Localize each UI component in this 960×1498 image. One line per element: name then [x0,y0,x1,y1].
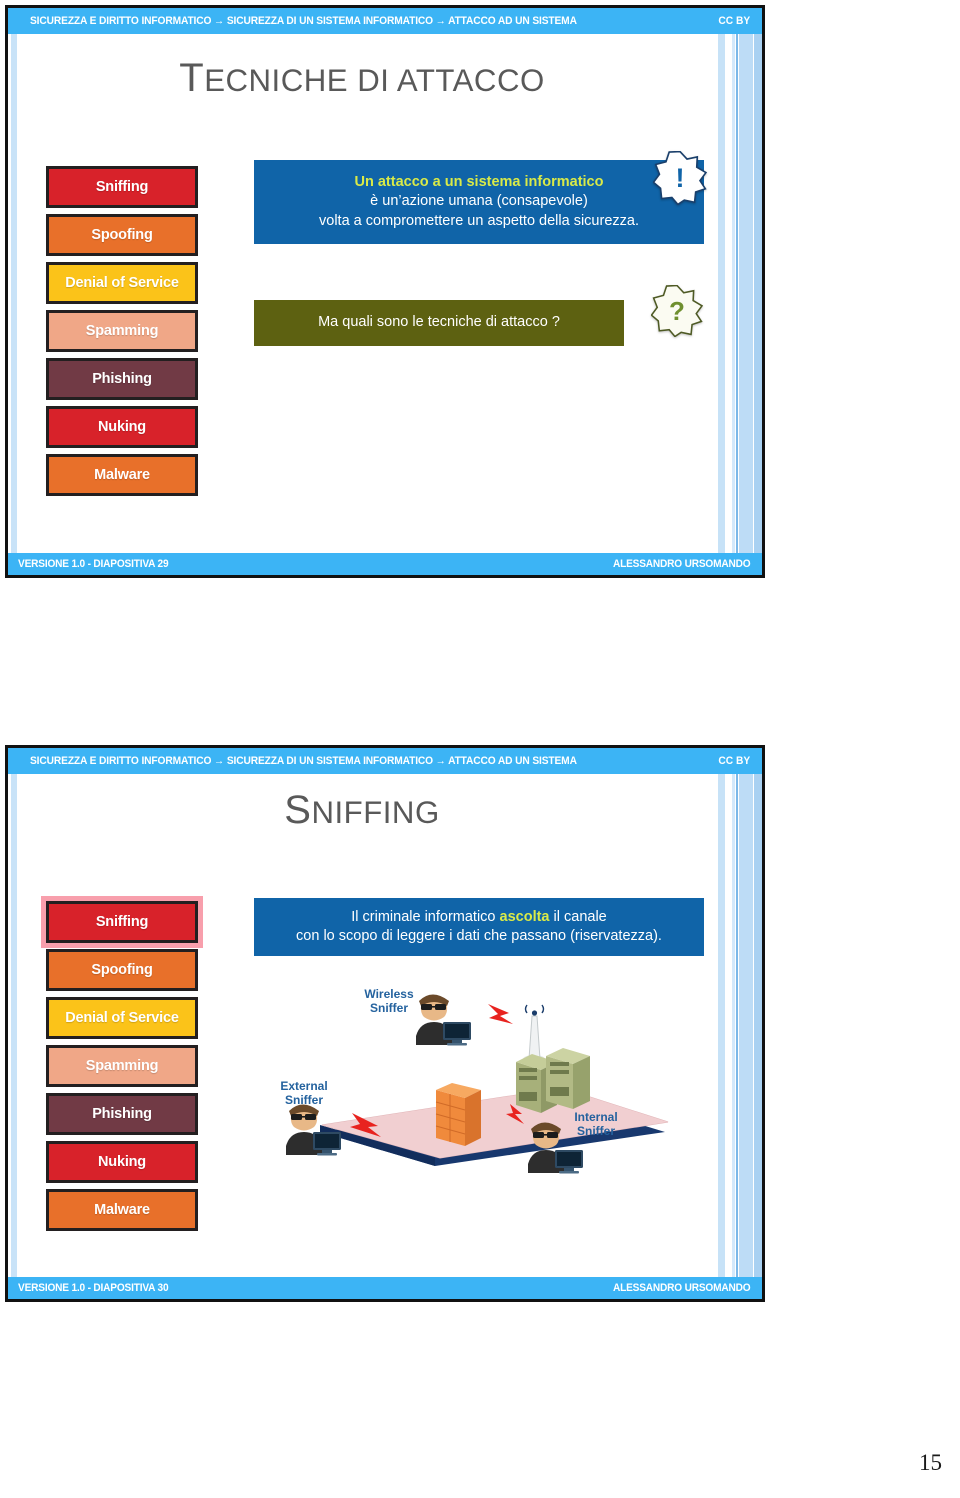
slide-sniffing: SICUREZZA E DIRITTO INFORMATICO → SICURE… [5,745,765,1302]
slide1-title: TECNICHE DI ATTACCO [8,56,716,101]
technique-button-spoofing[interactable]: Spoofing [46,949,198,991]
slide1-left-stripe [11,34,17,553]
exclamation-glyph: ! [675,162,685,193]
technique-button-sniffing[interactable]: Sniffing [46,166,198,208]
technique-label: Denial of Service [65,1010,179,1026]
technique-label: Spoofing [91,962,153,978]
sniffing-network-diagram: Wireless Sniffer External Sniffer Intern… [260,980,710,1175]
slide2-header-bar: SICUREZZA E DIRITTO INFORMATICO → SICURE… [8,748,762,774]
slide1-license-badge: CC BY [718,15,750,27]
sniffing-line-1: Il criminale informatico ascolta il cana… [296,908,662,927]
slide2-license-badge: CC BY [718,755,750,767]
slide1-author-label: ALESSANDRO URSOMANDO [612,558,751,570]
definition-line-3: volta a compromettere un aspetto della s… [319,212,639,229]
technique-button-spamming[interactable]: Spamming [46,310,198,352]
slide2-right-stripes [716,774,762,1277]
technique-button-nuking[interactable]: Nuking [46,406,198,448]
page-number: 15 [919,1450,942,1475]
technique-label: Nuking [98,419,146,435]
technique-label: Spamming [85,323,159,339]
slide2-technique-list: Sniffing Spoofing Denial of Service Spam… [46,901,198,1237]
attack-question-box: Ma quali sono le tecniche di attacco ? [254,300,624,346]
slide2-author-label: ALESSANDRO URSOMANDO [612,1282,751,1294]
slide1-right-stripes [716,34,762,553]
technique-label: Sniffing [95,179,149,195]
slide2-left-stripe [11,774,17,1277]
question-glyph: ? [669,296,685,326]
technique-button-spoofing[interactable]: Spoofing [46,214,198,256]
slide-tecniche-di-attacco: SICUREZZA E DIRITTO INFORMATICO → SICURE… [5,5,765,578]
technique-label: Phishing [92,1106,152,1122]
slide2-breadcrumb: SICUREZZA E DIRITTO INFORMATICO → SICURE… [30,755,577,767]
technique-button-denial-of-service[interactable]: Denial of Service [46,262,198,304]
technique-label: Denial of Service [65,275,179,291]
sniffing-line-2: con lo scopo di leggere i dati che passa… [296,928,662,944]
technique-label: Spamming [85,1058,159,1074]
definition-line-2: è un’azione umana (consapevole) [370,193,588,210]
technique-label: Phishing [92,371,152,387]
technique-label: Nuking [98,1154,146,1170]
slide1-title-rest: ECNICHE DI ATTACCO [204,63,545,98]
question-text: Ma quali sono le tecniche di attacco ? [318,314,560,331]
slide1-title-initial: T [179,56,205,100]
slide2-title: SNIFFING [8,788,716,833]
slide1-footer-bar: VERSIONE 1.0 - DIAPOSITIVA 29 ALESSANDRO… [8,553,762,575]
diagram-label-external-sniffer: External Sniffer [280,1079,328,1107]
technique-button-malware[interactable]: Malware [46,1189,198,1231]
technique-button-spamming[interactable]: Spamming [46,1045,198,1087]
attack-definition-box: Un attacco a un sistema informatico è un… [254,160,704,244]
exclamation-starburst-icon: ! [653,151,707,205]
diagram-label-wireless-sniffer: Wireless Sniffer [364,987,414,1015]
technique-button-phishing[interactable]: Phishing [46,358,198,400]
document-page: SICUREZZA E DIRITTO INFORMATICO → SICURE… [0,0,960,1498]
slide2-title-rest: NIFFING [311,795,440,830]
question-starburst-icon: ? [651,285,703,337]
sniffing-line-1-post: il canale [549,908,607,925]
slide2-version-label: VERSIONE 1.0 - DIAPOSITIVA 30 [18,1282,169,1294]
technique-label: Spoofing [91,227,153,243]
technique-button-malware[interactable]: Malware [46,454,198,496]
technique-button-denial-of-service[interactable]: Denial of Service [46,997,198,1039]
technique-button-phishing[interactable]: Phishing [46,1093,198,1135]
slide1-breadcrumb: SICUREZZA E DIRITTO INFORMATICO → SICURE… [30,15,577,27]
technique-label: Malware [94,1202,150,1218]
sniffing-line-1-pre: Il criminale informatico [351,908,500,925]
slide1-version-label: VERSIONE 1.0 - DIAPOSITIVA 29 [18,558,169,570]
sniffing-description-box: Il criminale informatico ascolta il cana… [254,898,704,956]
technique-label: Malware [94,467,150,483]
slide1-header-bar: SICUREZZA E DIRITTO INFORMATICO → SICURE… [8,8,762,34]
technique-label: Sniffing [95,914,149,930]
technique-button-sniffing[interactable]: Sniffing [46,901,198,943]
definition-line-1: Un attacco a un sistema informatico [354,174,604,191]
slide2-title-initial: S [284,788,312,832]
sniffing-line-1-highlight: ascolta [499,908,550,925]
diagram-label-internal-sniffer: Internal Sniffer [574,1110,618,1138]
slide1-technique-list: Sniffing Spoofing Denial of Service Spam… [46,166,198,502]
slide2-footer-bar: VERSIONE 1.0 - DIAPOSITIVA 30 ALESSANDRO… [8,1277,762,1299]
technique-button-nuking[interactable]: Nuking [46,1141,198,1183]
